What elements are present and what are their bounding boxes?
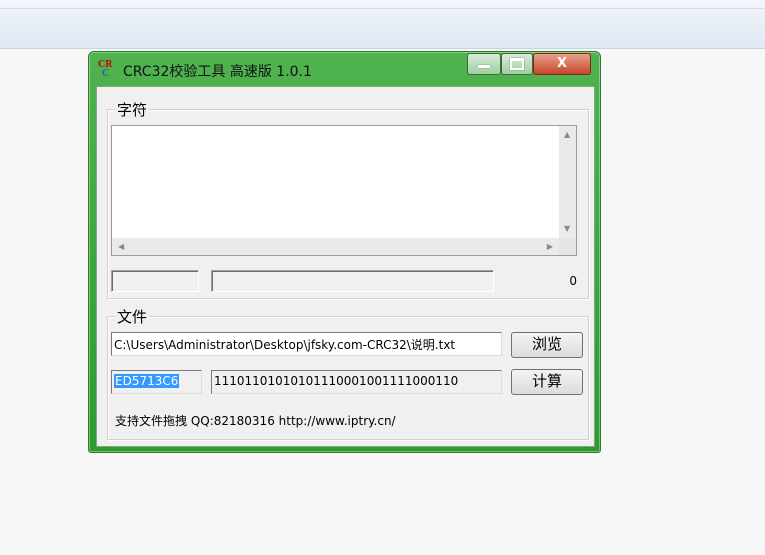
title-bar[interactable]: CR C CRC32校验工具 高速版 1.0.1 X xyxy=(89,52,600,85)
crc32-tool-window: CR C CRC32校验工具 高速版 1.0.1 X 字符 ▲ ▼ ◀ ▶ 0 … xyxy=(88,51,601,453)
chars-group-label: 字符 xyxy=(115,99,150,120)
crc-hex-value: ED5713C6 xyxy=(114,374,180,388)
background-toolbar xyxy=(0,0,765,49)
status-panel-left xyxy=(111,270,199,292)
scrollbar-corner xyxy=(559,238,576,255)
scroll-right-icon[interactable]: ▶ xyxy=(547,242,553,252)
scroll-left-icon[interactable]: ◀ xyxy=(118,242,124,252)
file-group-label: 文件 xyxy=(115,306,150,327)
file-path-input[interactable]: C:\Users\Administrator\Desktop\jfsky.com… xyxy=(111,332,502,356)
footer-info: 支持文件拖拽 QQ:82180316 http://www.iptry.cn/ xyxy=(115,414,396,428)
calculate-button[interactable]: 计算 xyxy=(511,369,583,395)
horizontal-scrollbar[interactable]: ◀ ▶ xyxy=(112,238,559,255)
toolbar-divider xyxy=(0,8,765,9)
status-panel-right xyxy=(211,270,494,292)
maximize-icon xyxy=(510,58,524,70)
window-title: CRC32校验工具 高速版 1.0.1 xyxy=(123,64,312,80)
browse-button[interactable]: 浏览 xyxy=(511,332,583,358)
vertical-scrollbar[interactable]: ▲ ▼ xyxy=(559,126,576,238)
close-icon: X xyxy=(556,56,568,71)
chars-textarea[interactable]: ▲ ▼ ◀ ▶ xyxy=(111,125,577,256)
minimize-icon xyxy=(478,65,490,68)
scroll-down-icon[interactable]: ▼ xyxy=(564,224,570,234)
minimize-button[interactable] xyxy=(467,53,501,75)
client-area: 字符 ▲ ▼ ◀ ▶ 0 文件 C:\Users\Administrator\D… xyxy=(96,86,595,447)
crc-hex-field[interactable]: ED5713C6 xyxy=(111,370,202,394)
scroll-up-icon[interactable]: ▲ xyxy=(564,130,570,140)
chars-group: 字符 ▲ ▼ ◀ ▶ 0 xyxy=(107,99,589,299)
crc-binary-field[interactable]: 11101101010101110001001111000110 xyxy=(211,370,502,394)
file-group: 文件 C:\Users\Administrator\Desktop\jfsky.… xyxy=(107,306,589,440)
char-count: 0 xyxy=(569,274,577,288)
close-button[interactable]: X xyxy=(533,53,591,75)
maximize-button[interactable] xyxy=(501,53,533,75)
app-icon: CR C xyxy=(98,59,113,79)
